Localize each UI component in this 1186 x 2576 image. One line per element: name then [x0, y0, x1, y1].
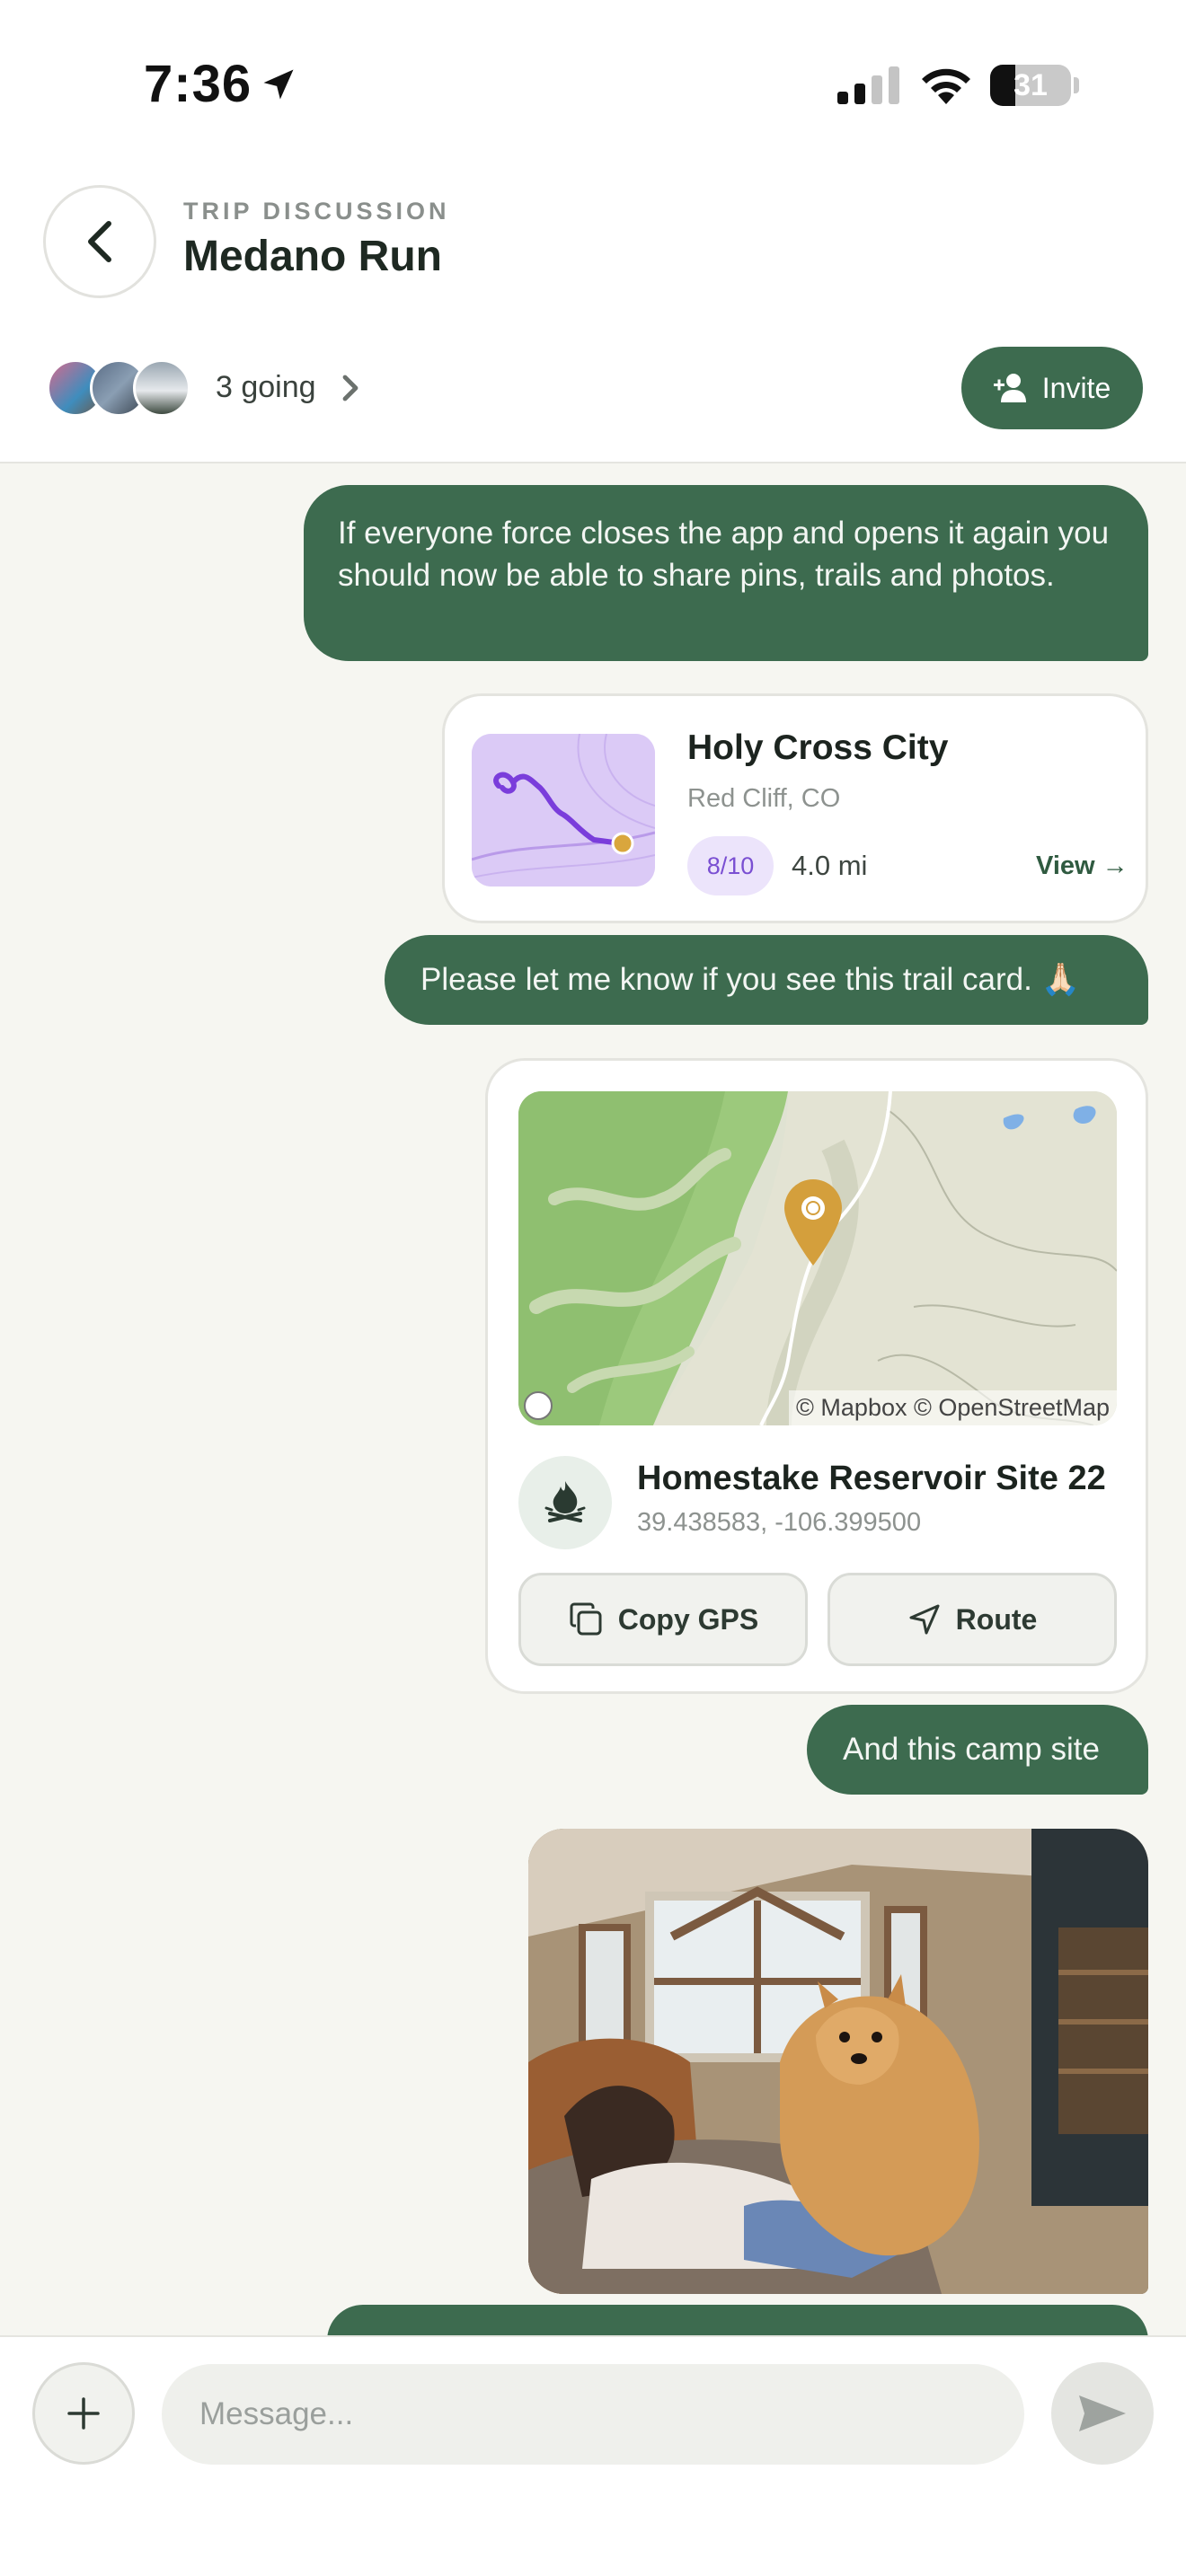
trail-distance: 4.0 mi	[792, 850, 868, 881]
plus-icon	[67, 2397, 100, 2430]
location-arrow-icon	[263, 69, 294, 100]
map-pin-icon	[784, 1179, 842, 1266]
message-bubble[interactable]: If everyone force closes the app and ope…	[304, 485, 1148, 661]
pin-coordinates: 39.438583, -106.399500	[637, 1508, 922, 1537]
trail-rating-badge: 8/10	[687, 836, 774, 895]
message-input[interactable]	[162, 2364, 1024, 2465]
shared-photo[interactable]	[528, 1829, 1148, 2294]
route-button[interactable]: Route	[828, 1573, 1117, 1666]
header-kicker: TRIP DISCUSSION	[183, 198, 450, 225]
trail-card[interactable]: Holy Cross City Red Cliff, CO 8/10 4.0 m…	[442, 693, 1148, 923]
battery-icon: 31	[990, 65, 1080, 106]
send-icon	[1079, 2395, 1126, 2431]
campfire-icon	[518, 1456, 612, 1549]
send-button[interactable]	[1051, 2362, 1154, 2465]
invite-button[interactable]: Invite	[961, 347, 1143, 429]
status-time: 7:36	[144, 55, 252, 113]
trail-location: Red Cliff, CO	[687, 784, 841, 813]
pin-name: Homestake Reservoir Site 22	[637, 1460, 1106, 1497]
message-bubble[interactable]: And this camp site	[807, 1705, 1148, 1795]
trip-header: TRIP DISCUSSION Medano Run 3 going Invit…	[0, 171, 1186, 463]
attach-button[interactable]	[32, 2362, 135, 2465]
chevron-left-icon	[88, 221, 111, 262]
status-bar: 7:36 31	[0, 0, 1186, 171]
copy-gps-label: Copy GPS	[617, 1602, 759, 1636]
participants-avatars[interactable]	[47, 359, 199, 417]
message-composer	[0, 2335, 1186, 2576]
view-trail-link[interactable]: View →	[1036, 851, 1128, 881]
wifi-icon	[922, 68, 970, 104]
copy-gps-button[interactable]: Copy GPS	[518, 1573, 808, 1666]
pin-card[interactable]: © Mapbox © OpenStreetMap Homestake Reser…	[485, 1058, 1148, 1694]
add-person-icon	[993, 374, 1026, 402]
page-title: Medano Run	[183, 233, 442, 280]
pin-map[interactable]: © Mapbox © OpenStreetMap	[518, 1091, 1117, 1425]
copy-icon	[570, 1602, 602, 1636]
avatar	[133, 359, 190, 417]
trail-name: Holy Cross City	[687, 728, 949, 767]
message-bubble[interactable]: Please let me know if you see this trail…	[385, 935, 1148, 1025]
cellular-signal-icon	[837, 66, 899, 104]
navigation-arrow-icon	[909, 1604, 940, 1635]
mapbox-logo-icon[interactable]	[524, 1391, 553, 1420]
route-label: Route	[955, 1602, 1038, 1636]
battery-percent: 31	[1013, 68, 1048, 102]
trail-map-thumbnail	[472, 734, 655, 887]
back-button[interactable]	[43, 185, 156, 298]
invite-label: Invite	[1041, 371, 1111, 404]
going-count[interactable]: 3 going	[216, 370, 316, 405]
chevron-right-icon[interactable]	[336, 370, 365, 406]
map-attribution[interactable]: © Mapbox © OpenStreetMap	[789, 1390, 1117, 1425]
